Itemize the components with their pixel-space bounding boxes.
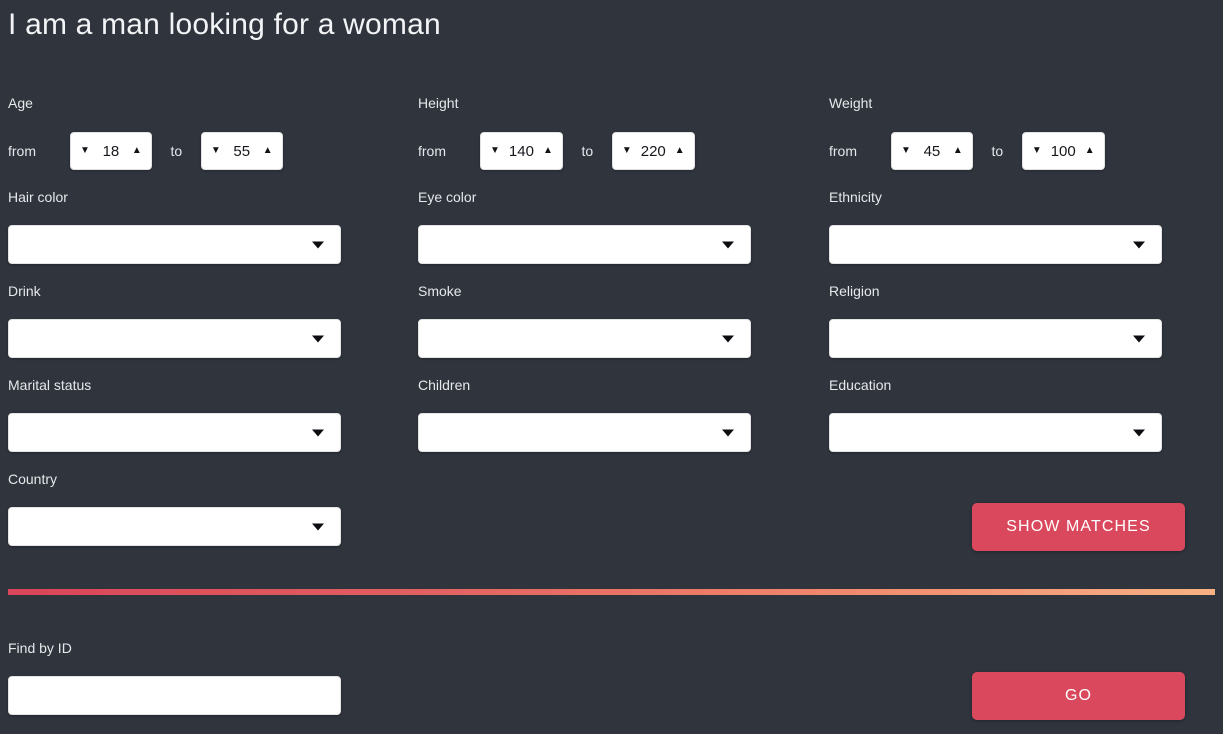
chevron-down-icon[interactable]: ▼ xyxy=(211,146,221,156)
chevron-down-icon[interactable] xyxy=(722,335,734,342)
education-label: Education xyxy=(829,377,892,393)
chevron-down-icon[interactable] xyxy=(312,429,324,436)
select-hair-color[interactable] xyxy=(8,225,341,264)
chevron-down-icon[interactable] xyxy=(1133,335,1145,342)
weight-to-value: 100 xyxy=(1050,142,1076,160)
weight-from-stepper[interactable]: ▼ 45 ▲ xyxy=(891,132,973,170)
select-children[interactable] xyxy=(418,413,751,452)
chevron-down-icon[interactable] xyxy=(722,241,734,248)
select-ethnicity[interactable] xyxy=(829,225,1162,264)
chevron-down-icon[interactable] xyxy=(722,429,734,436)
age-to-value: 55 xyxy=(233,142,251,160)
age-to-stepper[interactable]: ▼ 55 ▲ xyxy=(200,132,283,170)
age-label: Age xyxy=(8,95,33,111)
age-to-word: to xyxy=(170,143,183,159)
age-from-value: 18 xyxy=(102,142,120,160)
chevron-down-icon[interactable] xyxy=(1133,429,1145,436)
select-education[interactable] xyxy=(829,413,1162,452)
smoke-label: Smoke xyxy=(418,283,462,299)
chevron-up-icon[interactable]: ▲ xyxy=(263,146,273,156)
chevron-down-icon[interactable]: ▼ xyxy=(80,146,90,156)
marital-status-label: Marital status xyxy=(8,377,92,393)
chevron-down-icon[interactable]: ▼ xyxy=(622,146,632,156)
height-to-word: to xyxy=(581,143,594,159)
country-label: Country xyxy=(8,471,58,487)
chevron-up-icon[interactable]: ▲ xyxy=(675,146,685,156)
height-from-word: from xyxy=(418,143,446,159)
height-from-value: 140 xyxy=(508,142,534,160)
chevron-up-icon[interactable]: ▲ xyxy=(132,146,142,156)
select-drink[interactable] xyxy=(8,319,341,358)
weight-from-word: from xyxy=(829,143,857,159)
children-label: Children xyxy=(418,377,471,393)
select-marital-status[interactable] xyxy=(8,413,341,452)
weight-label: Weight xyxy=(829,95,873,111)
chevron-down-icon[interactable]: ▼ xyxy=(901,146,911,156)
age-from-word: from xyxy=(8,143,36,159)
chevron-down-icon[interactable]: ▼ xyxy=(1032,146,1042,156)
height-to-value: 220 xyxy=(640,142,666,160)
height-from-stepper[interactable]: ▼ 140 ▲ xyxy=(480,132,563,170)
age-from-stepper[interactable]: ▼ 18 ▲ xyxy=(70,132,152,170)
chevron-down-icon[interactable]: ▼ xyxy=(490,146,500,156)
chevron-up-icon[interactable]: ▲ xyxy=(953,146,963,156)
select-country[interactable] xyxy=(8,507,341,546)
weight-to-stepper[interactable]: ▼ 100 ▲ xyxy=(1021,132,1105,170)
search-filter-page: I am a man looking for a woman Age from … xyxy=(0,0,1223,734)
chevron-down-icon[interactable] xyxy=(1133,241,1145,248)
weight-range-row: from ▼ 45 ▲ to ▼ 100 ▲ xyxy=(829,130,1105,172)
height-label: Height xyxy=(418,95,459,111)
hair-color-label: Hair color xyxy=(8,189,68,205)
section-divider xyxy=(8,589,1215,595)
show-matches-button[interactable]: SHOW MATCHES xyxy=(972,503,1185,551)
find-by-id-label: Find by ID xyxy=(8,640,72,656)
height-to-stepper[interactable]: ▼ 220 ▲ xyxy=(611,132,695,170)
drink-label: Drink xyxy=(8,283,41,299)
chevron-up-icon[interactable]: ▲ xyxy=(543,146,553,156)
page-title: I am a man looking for a woman xyxy=(8,8,441,41)
chevron-down-icon[interactable] xyxy=(312,335,324,342)
religion-label: Religion xyxy=(829,283,880,299)
weight-to-word: to xyxy=(991,143,1004,159)
chevron-up-icon[interactable]: ▲ xyxy=(1085,146,1095,156)
eye-color-label: Eye color xyxy=(418,189,477,205)
height-range-row: from ▼ 140 ▲ to ▼ 220 ▲ xyxy=(418,130,695,172)
select-eye-color[interactable] xyxy=(418,225,751,264)
chevron-down-icon[interactable] xyxy=(312,523,324,530)
weight-from-value: 45 xyxy=(923,142,941,160)
select-smoke[interactable] xyxy=(418,319,751,358)
find-by-id-input[interactable] xyxy=(8,676,341,715)
go-button[interactable]: GO xyxy=(972,672,1185,720)
ethnicity-label: Ethnicity xyxy=(829,189,882,205)
select-religion[interactable] xyxy=(829,319,1162,358)
chevron-down-icon[interactable] xyxy=(312,241,324,248)
age-range-row: from ▼ 18 ▲ to ▼ 55 ▲ xyxy=(8,130,283,172)
